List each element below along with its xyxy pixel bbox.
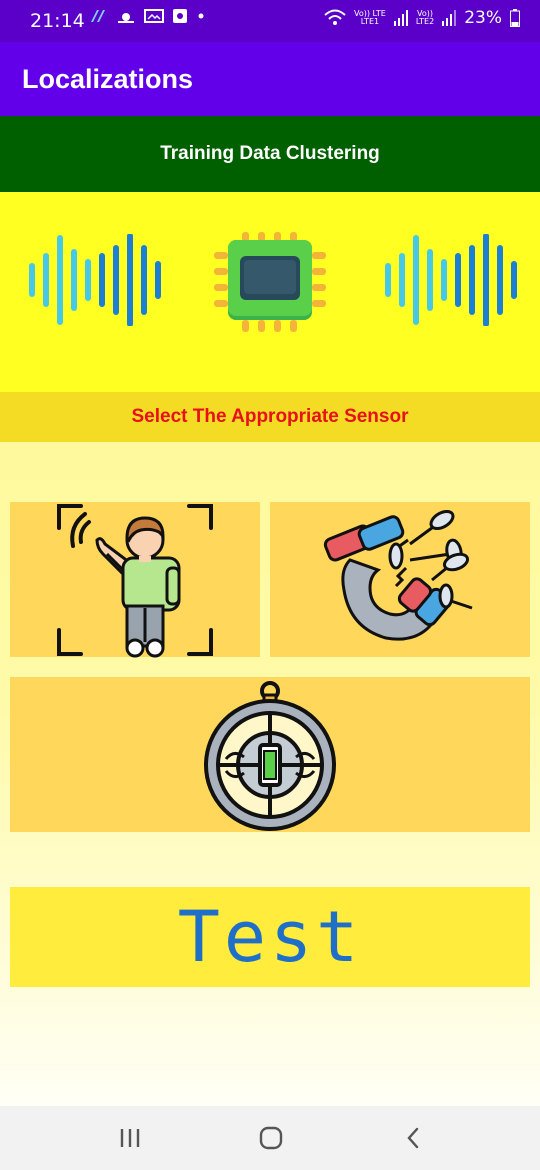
back-icon: [407, 1127, 419, 1149]
dot-icon: [198, 13, 204, 19]
test-label: Test: [177, 896, 363, 978]
banner-title: Training Data Clustering: [160, 143, 380, 164]
app-icon: [173, 9, 187, 23]
magnetometer-button[interactable]: [270, 502, 530, 657]
prompt-label: Select The Appropriate Sensor: [131, 406, 409, 427]
page-title: Localizations: [22, 64, 194, 94]
system-nav-bar: [0, 1106, 540, 1170]
processor-chip-icon: [214, 232, 326, 332]
app-bar: Localizations: [0, 42, 540, 116]
compass-button[interactable]: [10, 677, 530, 832]
section-banner: Training Data Clustering: [0, 116, 540, 192]
signal-icon-2: [442, 10, 457, 26]
motion-sensor-button[interactable]: [10, 502, 260, 657]
compass-icon: [204, 680, 336, 831]
recents-icon: [120, 1129, 140, 1147]
status-bar: 21:14 Vo)) LTE LTE1 Vo)) LTE2 23%: [0, 0, 540, 42]
battery-icon: [510, 9, 520, 27]
sim1-indicator: Vo)) LTE LTE1: [353, 9, 386, 26]
home-icon: [259, 1126, 283, 1150]
sound-wave-right-icon: [385, 234, 517, 326]
hero-illustration: [0, 192, 540, 392]
battery-percent: 23%: [464, 8, 502, 28]
status-right: Vo)) LTE LTE1 Vo)) LTE2 23%: [324, 8, 520, 28]
back-button[interactable]: [393, 1124, 433, 1152]
sim2-indicator: Vo)) LTE2: [415, 9, 435, 26]
home-button[interactable]: [251, 1124, 291, 1152]
motion-detection-icon: [57, 503, 213, 657]
app-notification-icon: [91, 10, 105, 22]
select-sensor-prompt: Select The Appropriate Sensor: [0, 392, 540, 442]
test-button[interactable]: Test: [10, 887, 530, 987]
wifi-icon: [324, 9, 346, 25]
sound-wave-left-icon: [29, 234, 161, 326]
notification-icons: [88, 8, 206, 24]
gallery-icon: [144, 9, 164, 23]
magnet-icon: [323, 509, 473, 640]
signal-icon: [393, 10, 408, 26]
weather-icon: [118, 13, 134, 23]
recents-button[interactable]: [110, 1124, 150, 1152]
status-time: 21:14: [30, 10, 85, 32]
